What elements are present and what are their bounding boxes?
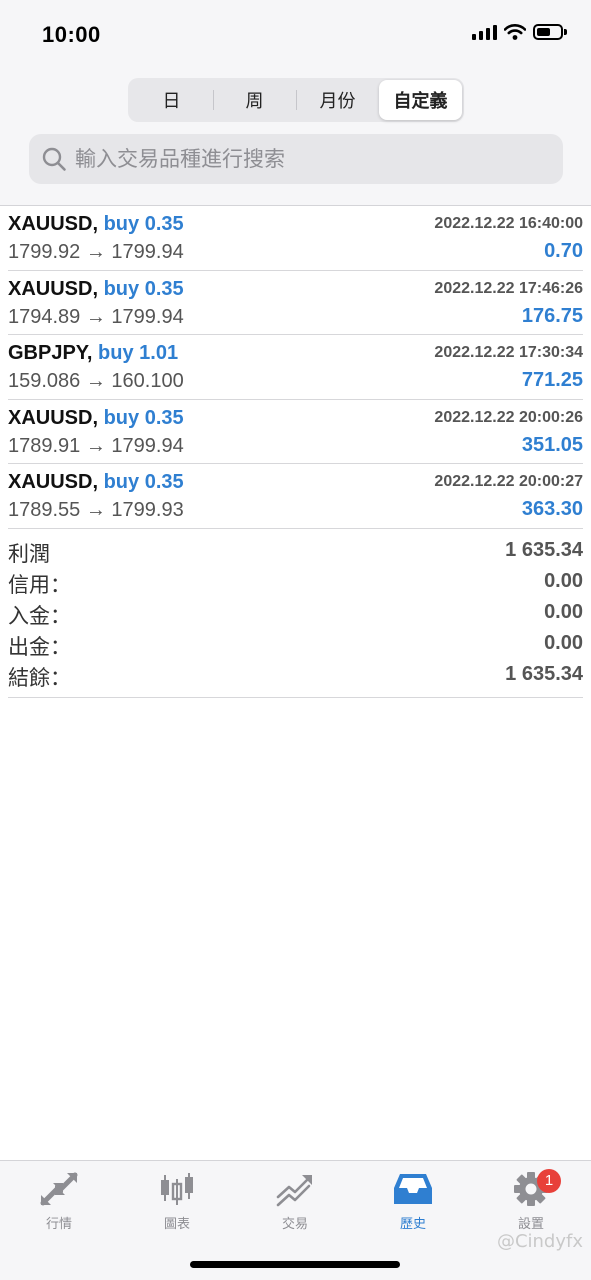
deal-row[interactable]: XAUUSD, buy 0.35 2022.12.22 20:00:26 178… bbox=[8, 400, 583, 464]
deal-profit: 351.05 bbox=[521, 433, 583, 456]
symbol-name: XAUUSD, bbox=[8, 277, 99, 300]
deal-side-volume: buy 0.35 bbox=[103, 213, 184, 235]
summary-row-credit: 信用： 0.00 bbox=[8, 567, 583, 598]
cellular-signal-icon bbox=[472, 24, 497, 40]
deal-prices: 1794.89 → 1799.94 bbox=[8, 305, 184, 328]
deal-time: 2022.12.22 17:30:34 bbox=[434, 344, 583, 361]
tab-day[interactable]: 日 bbox=[130, 80, 213, 120]
tab-month[interactable]: 月份 bbox=[296, 80, 379, 120]
history-inbox-icon bbox=[394, 1174, 432, 1204]
symbol-name: XAUUSD, bbox=[8, 471, 99, 493]
summary-value: 0.00 bbox=[544, 601, 583, 623]
summary-value: 1 635.34 bbox=[505, 663, 583, 685]
deal-time: 2022.12.22 20:00:27 bbox=[434, 473, 583, 490]
deal-side-volume: buy 0.35 bbox=[103, 471, 184, 493]
status-time: 10:00 bbox=[42, 22, 101, 47]
tab-custom[interactable]: 自定義 bbox=[379, 80, 462, 120]
tab-label: 交易 bbox=[281, 1217, 308, 1232]
deal-profit: 176.75 bbox=[521, 304, 583, 327]
deal-symbol: XAUUSD, buy 0.35 bbox=[8, 407, 184, 430]
deal-prices: 1789.91 → 1799.94 bbox=[8, 434, 184, 457]
notification-badge: 1 bbox=[537, 1169, 561, 1193]
symbol-name: GBPJPY, bbox=[8, 342, 93, 364]
wifi-icon bbox=[504, 24, 526, 40]
tab-label: 歷史 bbox=[399, 1217, 426, 1232]
battery-icon bbox=[533, 24, 567, 40]
search-icon bbox=[42, 147, 66, 171]
quotes-arrows-icon bbox=[40, 1172, 78, 1206]
summary-label: 信用： bbox=[8, 573, 71, 597]
deal-side-volume: buy 1.01 bbox=[98, 342, 179, 364]
deal-side-volume: buy 0.35 bbox=[103, 406, 184, 429]
summary-label: 利潤 bbox=[8, 542, 50, 566]
candlestick-chart-icon bbox=[161, 1173, 193, 1205]
tab-label: 行情 bbox=[45, 1217, 72, 1232]
deal-profit: 771.25 bbox=[521, 369, 583, 391]
deal-row[interactable]: GBPJPY, buy 1.01 2022.12.22 17:30:34 159… bbox=[8, 335, 583, 400]
summary-label: 結餘： bbox=[8, 666, 71, 690]
search-bar[interactable] bbox=[29, 134, 563, 184]
deal-time: 2022.12.22 16:40:00 bbox=[434, 215, 583, 232]
status-icons bbox=[472, 24, 567, 40]
deal-time: 2022.12.22 17:46:26 bbox=[434, 279, 583, 297]
deals-list: XAUUSD, buy 0.35 2022.12.22 16:40:00 179… bbox=[0, 206, 591, 529]
deal-prices: 1799.92 → 1799.94 bbox=[8, 241, 184, 263]
deal-time: 2022.12.22 20:00:26 bbox=[434, 408, 583, 426]
account-summary: 利潤 1 635.34 信用： 0.00 入金： 0.00 出金： 0.00 結… bbox=[8, 536, 583, 698]
summary-label: 入金： bbox=[8, 604, 71, 628]
summary-label: 出金： bbox=[8, 635, 71, 659]
trade-trend-icon bbox=[276, 1175, 312, 1207]
summary-row-profit: 利潤 1 635.34 bbox=[8, 536, 583, 567]
summary-row-balance: 結餘： 1 635.34 bbox=[8, 660, 583, 691]
search-input[interactable] bbox=[75, 147, 535, 171]
deal-row[interactable]: XAUUSD, buy 0.35 2022.12.22 16:40:00 179… bbox=[8, 206, 583, 271]
deal-profit: 0.70 bbox=[544, 240, 583, 262]
summary-value: 0.00 bbox=[544, 632, 583, 654]
deal-symbol: GBPJPY, buy 1.01 bbox=[8, 342, 178, 365]
deal-row[interactable]: XAUUSD, buy 0.35 2022.12.22 20:00:27 178… bbox=[8, 464, 583, 529]
period-selector: 日 周 月份 自定義 bbox=[128, 78, 464, 122]
symbol-name: XAUUSD, bbox=[8, 213, 99, 235]
tab-trade[interactable]: 交易 bbox=[245, 1171, 345, 1233]
header-area: 10:00 日 周 月份 自定義 bbox=[0, 0, 591, 206]
deal-symbol: XAUUSD, buy 0.35 bbox=[8, 471, 184, 494]
deal-profit: 363.30 bbox=[521, 498, 583, 520]
deal-prices: 1789.55 → 1799.93 bbox=[8, 499, 184, 521]
deal-symbol: XAUUSD, buy 0.35 bbox=[8, 278, 184, 301]
tab-week[interactable]: 周 bbox=[213, 80, 296, 120]
deal-prices: 159.086 → 160.100 bbox=[8, 370, 184, 392]
symbol-name: XAUUSD, bbox=[8, 406, 99, 429]
deal-symbol: XAUUSD, buy 0.35 bbox=[8, 213, 184, 236]
bottom-tab-bar: 行情 圖表 交易 歷史 1 設置 @Cindyfx bbox=[0, 1160, 591, 1280]
summary-value: 1 635.34 bbox=[505, 539, 583, 561]
summary-value: 0.00 bbox=[544, 570, 583, 592]
home-indicator bbox=[190, 1261, 400, 1268]
tab-history[interactable]: 歷史 bbox=[363, 1171, 463, 1233]
deal-row[interactable]: XAUUSD, buy 0.35 2022.12.22 17:46:26 179… bbox=[8, 271, 583, 335]
tab-label: 圖表 bbox=[163, 1217, 190, 1232]
tab-label: 設置 bbox=[517, 1217, 544, 1232]
deal-side-volume: buy 0.35 bbox=[103, 277, 184, 300]
summary-row-withdrawal: 出金： 0.00 bbox=[8, 629, 583, 660]
watermark: @Cindyfx bbox=[496, 1231, 583, 1252]
tab-settings[interactable]: 1 設置 bbox=[481, 1169, 581, 1233]
tab-quotes[interactable]: 行情 bbox=[9, 1171, 109, 1233]
tab-charts[interactable]: 圖表 bbox=[127, 1171, 227, 1233]
summary-row-deposit: 入金： 0.00 bbox=[8, 598, 583, 629]
